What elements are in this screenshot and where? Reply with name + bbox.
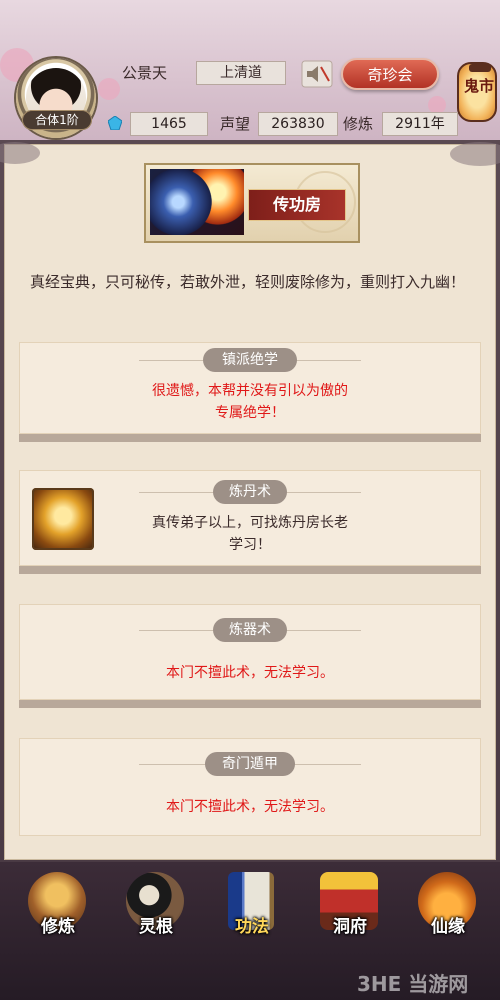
nav-label: 仙缘 (431, 917, 465, 936)
galaxy-artwork (150, 169, 244, 235)
spirit-stone-icon (108, 116, 122, 130)
nav-label: 灵根 (139, 917, 173, 936)
nav-label: 洞府 (333, 917, 367, 936)
technique-hall-banner: 传功房 (144, 163, 360, 243)
reputation-value: 263830 (258, 112, 338, 136)
watermark: 3HE 当游网 (357, 972, 469, 996)
lantern-icon: 鬼市 (457, 62, 497, 122)
card-tab-label: 奇门遁甲 (205, 752, 295, 776)
cultivation-label: 修炼 (343, 115, 374, 133)
nav-label: 功法 (235, 917, 269, 936)
card-tab-label: 炼器术 (213, 618, 287, 642)
spirit-stone-count: 1465 (130, 112, 208, 136)
reputation-label: 声望 (220, 115, 251, 133)
blossom-decoration (98, 78, 120, 100)
artifact-crafting-card: 炼器术 本门不擅此术，无法学习。 (19, 604, 481, 700)
nav-label: 修炼 (41, 917, 75, 936)
speaker-muted-icon (301, 60, 333, 88)
lantern-cap (469, 64, 491, 72)
card-divider (19, 566, 481, 574)
banner-title: 传功房 (248, 189, 346, 221)
nav-spirit-root[interactable]: 灵根 (116, 868, 196, 942)
nav-immortal-fate[interactable]: 仙缘 (408, 868, 488, 942)
treasure-auction-button[interactable]: 奇珍会 (341, 58, 439, 90)
player-name: 公景天 (122, 64, 168, 82)
rank-badge: 合体1阶 (22, 110, 92, 130)
card-message: 本门不擅此术，无法学习。 (166, 665, 334, 681)
card-divider (19, 434, 481, 442)
card-message: 很遗憾，本帮并没有引以为傲的 专属绝学！ (152, 383, 348, 421)
nav-cultivation[interactable]: 修炼 (18, 868, 98, 942)
alchemy-cauldron-icon[interactable] (32, 488, 94, 550)
card-tab-label: 镇派绝学 (203, 348, 297, 372)
nav-technique[interactable]: 功法 (212, 868, 292, 942)
ghost-market-label: 鬼市 (463, 78, 494, 95)
cultivation-value: 2911年 (382, 112, 458, 136)
sound-toggle-button[interactable] (300, 59, 334, 89)
sect-secret-card: 镇派绝学 很遗憾，本帮并没有引以为傲的 专属绝学！ (19, 342, 481, 434)
sect-name: 上清道 (196, 61, 286, 85)
card-message: 本门不擅此术，无法学习。 (166, 799, 334, 815)
card-divider (19, 700, 481, 708)
intro-text: 真经宝典，只可秘传，若敢外泄，轻则废除修为，重则打入九幽！ (30, 273, 466, 291)
qimen-dunjia-card: 奇门遁甲 本门不擅此术，无法学习。 (19, 738, 481, 836)
card-tab-label: 炼丹术 (213, 480, 287, 504)
nav-cave-dwelling[interactable]: 洞府 (310, 868, 390, 942)
ghost-market-button[interactable]: 鬼市 (455, 56, 497, 124)
